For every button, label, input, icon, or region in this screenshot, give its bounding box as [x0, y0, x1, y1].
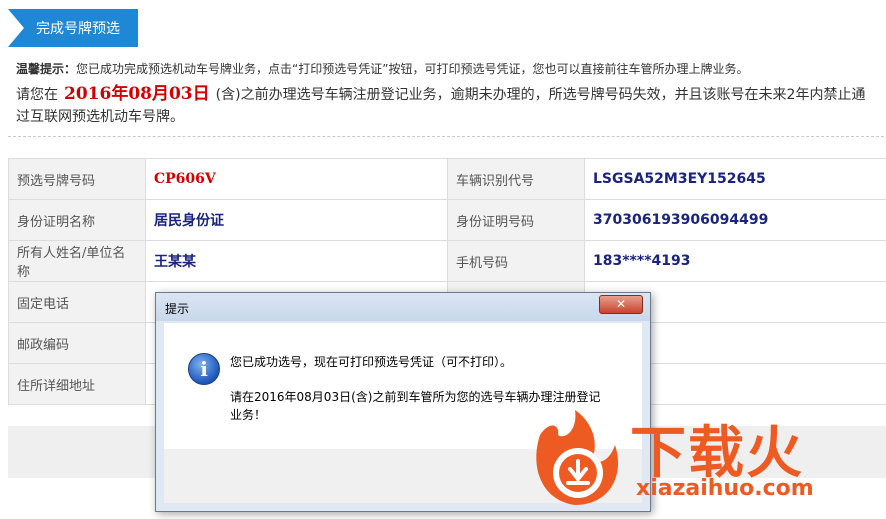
page-title: 完成号牌预选 [36, 21, 120, 37]
deadline-notice: 请您在 2016年08月03日 (含)之前办理选号车辆注册登记业务，逾期未办理的，所… [16, 83, 876, 128]
dialog-titlebar[interactable]: 提示 ✕ [156, 293, 650, 321]
table-row: 身份证明名称 居民身份证 身份证明号码 370306193906094499 [8, 199, 886, 241]
vin-value: LSGSA52M3EY152645 [584, 158, 886, 200]
deadline-date: 2016年08月03日 [64, 84, 210, 104]
tip-line: 温馨提示：您已成功完成预选机动车号牌业务，点击“打印预选号凭证”按钮，可打印预选… [16, 60, 748, 77]
table-row: 预选号牌号码 CP606V 车辆识别代号 LSGSA52M3EY152645 [8, 158, 886, 200]
id-number-value: 370306193906094499 [584, 199, 886, 241]
cell-label: 预选号牌号码 [8, 158, 146, 200]
cell-label: 所有人姓名/单位名称 [8, 240, 146, 282]
watermark-url: xiazaihuo.com [636, 476, 814, 501]
id-type-value: 居民身份证 [145, 199, 448, 241]
owner-name-value: 王某某 [145, 240, 448, 282]
tip-label: 温馨提示： [16, 62, 77, 76]
plate-number-value: CP606V [145, 158, 448, 200]
dashed-divider [8, 136, 884, 137]
cell-label: 手机号码 [447, 240, 585, 282]
cell-label: 车辆识别代号 [447, 158, 585, 200]
tip-text: 您已成功完成预选机动车号牌业务，点击“打印预选号凭证”按钮，可打印预选号凭证，您… [76, 62, 749, 76]
dialog-message-primary: 您已成功选号，现在可打印预选号凭证（可不打印）。 [230, 355, 513, 369]
cell-label: 住所详细地址 [8, 363, 146, 405]
cell-label: 固定电话 [8, 281, 146, 323]
info-icon: i [188, 353, 220, 385]
mobile-value: 183****4193 [584, 240, 886, 282]
close-button[interactable]: ✕ [599, 295, 643, 314]
table-row: 所有人姓名/单位名称 王某某 手机号码 183****4193 [8, 240, 886, 282]
cell-label: 身份证明号码 [447, 199, 585, 241]
cell-label: 身份证明名称 [8, 199, 146, 241]
cell-label: 邮政编码 [8, 322, 146, 364]
dialog-title: 提示 [165, 302, 190, 316]
notice-prefix: 请您在 [16, 87, 58, 103]
flame-logo-icon [536, 410, 619, 505]
page-header-ribbon: 完成号牌预选 [8, 9, 138, 47]
